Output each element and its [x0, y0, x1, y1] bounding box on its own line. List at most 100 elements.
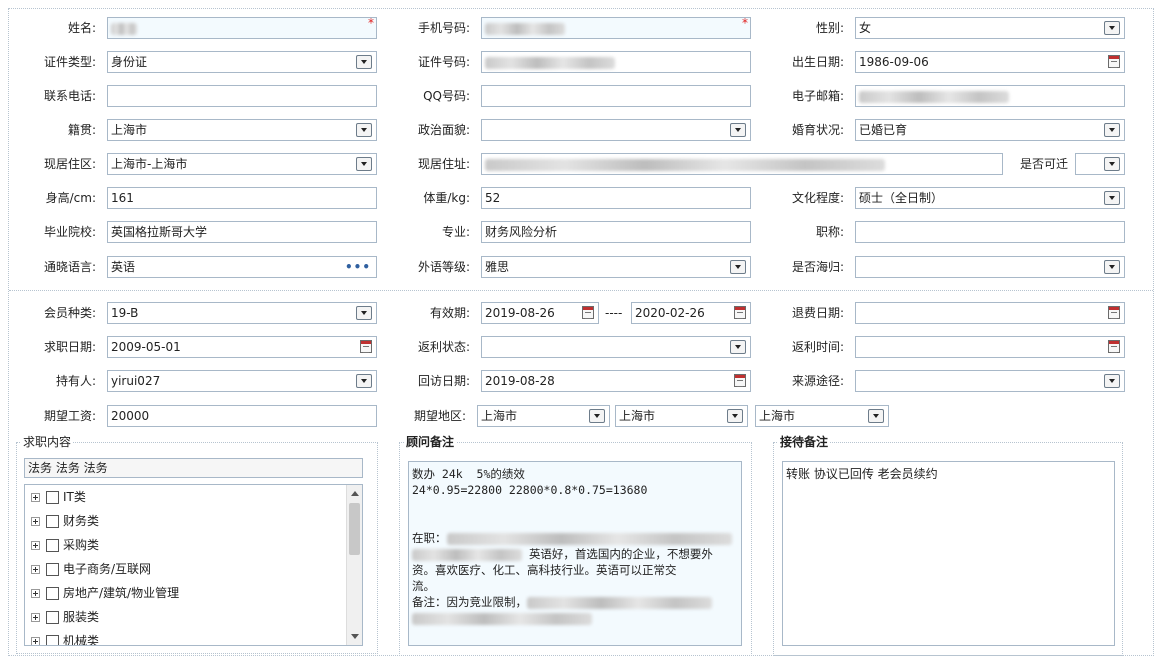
residence-select[interactable]: 上海市-上海市: [107, 153, 377, 175]
tree-item-it[interactable]: IT类: [31, 487, 86, 507]
education-select[interactable]: 硕士（全日制）: [855, 187, 1125, 209]
chevron-down-icon[interactable]: [356, 157, 372, 171]
relocate-select[interactable]: [1075, 153, 1125, 175]
chevron-down-icon[interactable]: [356, 123, 372, 137]
tree-item-apparel[interactable]: 服装类: [31, 607, 99, 627]
visit-field[interactable]: 2019-08-28: [481, 370, 751, 392]
region-province-select[interactable]: 上海市: [477, 405, 610, 427]
chevron-down-icon[interactable]: [1104, 21, 1120, 35]
chevron-down-icon[interactable]: [1104, 374, 1120, 388]
id-no-field[interactable]: [481, 51, 751, 73]
source-select[interactable]: [855, 370, 1125, 392]
birth-field[interactable]: 1986-09-06: [855, 51, 1125, 73]
checkbox[interactable]: [46, 515, 59, 528]
tree-item-realestate[interactable]: 房地产/建筑/物业管理: [31, 583, 179, 603]
chevron-down-icon[interactable]: [868, 409, 884, 423]
calendar-icon[interactable]: [1108, 340, 1120, 353]
expand-icon[interactable]: [31, 541, 40, 550]
refund-field[interactable]: [855, 302, 1125, 324]
checkbox[interactable]: [46, 611, 59, 624]
tree-item-purchase[interactable]: 采购类: [31, 535, 99, 555]
salary-field[interactable]: 20000: [107, 405, 377, 427]
job-category-tree[interactable]: IT类 财务类 采购类 电子商务/互联网 房地产/建筑/物业管理 服装类 机械类: [24, 484, 363, 646]
calendar-icon[interactable]: [734, 374, 746, 387]
rebate-time-field[interactable]: [855, 336, 1125, 358]
valid-from-field[interactable]: 2019-08-26: [481, 302, 599, 324]
major-field[interactable]: 财务风险分析: [481, 221, 751, 243]
chevron-down-icon[interactable]: [1104, 191, 1120, 205]
calendar-icon[interactable]: [1108, 306, 1120, 319]
qq-field[interactable]: [481, 85, 751, 107]
checkbox[interactable]: [46, 587, 59, 600]
title-field[interactable]: [855, 221, 1125, 243]
overseas-select[interactable]: [855, 256, 1125, 278]
tree-item-machinery[interactable]: 机械类: [31, 631, 99, 645]
email-field[interactable]: [855, 85, 1125, 107]
salary-label: 期望工资:: [43, 409, 96, 423]
school-field[interactable]: 英国格拉斯哥大学: [107, 221, 377, 243]
tree-scrollbar[interactable]: [346, 485, 362, 645]
address-field[interactable]: [481, 153, 1003, 175]
chevron-down-icon[interactable]: [356, 306, 372, 320]
tree-item-ecommerce[interactable]: 电子商务/互联网: [31, 559, 151, 579]
region-label: 期望地区:: [413, 409, 466, 423]
region-district-select[interactable]: 上海市: [755, 405, 889, 427]
calendar-icon[interactable]: [582, 306, 594, 319]
member-type-select[interactable]: 19-B: [107, 302, 377, 324]
chevron-down-icon[interactable]: [356, 55, 372, 69]
expand-icon[interactable]: [31, 613, 40, 622]
chevron-down-icon[interactable]: [730, 260, 746, 274]
calendar-icon[interactable]: [360, 340, 372, 353]
chevron-down-icon[interactable]: [1104, 260, 1120, 274]
region-city-value: 上海市: [619, 409, 656, 423]
tree-item-finance[interactable]: 财务类: [31, 511, 99, 531]
region-city-select[interactable]: 上海市: [615, 405, 748, 427]
checkbox[interactable]: [46, 635, 59, 645]
origin-select[interactable]: 上海市: [107, 119, 377, 141]
expand-icon[interactable]: [31, 517, 40, 526]
weight-field[interactable]: 52: [481, 187, 751, 209]
chevron-down-icon[interactable]: [730, 123, 746, 137]
reception-note-textarea[interactable]: 转账 协议已回传 老会员续约: [782, 461, 1115, 646]
scroll-up-icon[interactable]: [351, 491, 359, 496]
redacted-text: [527, 596, 712, 609]
language-label: 通晓语言:: [43, 260, 96, 274]
relocate-label: 是否可迁: [1019, 157, 1068, 171]
lang-level-select[interactable]: 雅思: [481, 256, 751, 278]
lang-level-value: 雅思: [485, 260, 510, 274]
advisor-note-textarea[interactable]: 数办 24k 5%的绩效 24*0.95=22800 22800*0.8*0.75…: [408, 461, 742, 646]
expand-icon[interactable]: [31, 493, 40, 502]
scroll-thumb[interactable]: [349, 503, 360, 555]
rebate-status-select[interactable]: [481, 336, 751, 358]
chevron-down-icon[interactable]: [727, 409, 743, 423]
valid-to-field[interactable]: 2020-02-26: [631, 302, 751, 324]
id-type-select[interactable]: 身份证: [107, 51, 377, 73]
expand-icon[interactable]: [31, 637, 40, 645]
job-selected-box[interactable]: 法务 法务 法务: [24, 458, 363, 478]
chevron-down-icon[interactable]: [730, 340, 746, 354]
expand-icon[interactable]: [31, 565, 40, 574]
expand-icon[interactable]: [31, 589, 40, 598]
holder-select[interactable]: yirui027: [107, 370, 377, 392]
scroll-down-icon[interactable]: [351, 634, 359, 639]
politics-select[interactable]: [481, 119, 751, 141]
checkbox[interactable]: [46, 563, 59, 576]
job-date-field[interactable]: 2009-05-01: [107, 336, 377, 358]
chevron-down-icon[interactable]: [1104, 157, 1120, 171]
calendar-icon[interactable]: [1108, 55, 1120, 68]
chevron-down-icon[interactable]: [589, 409, 605, 423]
phone-field[interactable]: *: [481, 17, 751, 39]
chevron-down-icon[interactable]: [356, 374, 372, 388]
language-field[interactable]: 英语 •••: [107, 256, 377, 278]
marital-select[interactable]: 已婚已育: [855, 119, 1125, 141]
more-icon[interactable]: •••: [345, 261, 371, 273]
gender-select[interactable]: 女: [855, 17, 1125, 39]
contact-field[interactable]: [107, 85, 377, 107]
name-field[interactable]: *: [107, 17, 377, 39]
chevron-down-icon[interactable]: [1104, 123, 1120, 137]
checkbox[interactable]: [46, 539, 59, 552]
calendar-icon[interactable]: [734, 306, 746, 319]
height-field[interactable]: 161: [107, 187, 377, 209]
checkbox[interactable]: [46, 491, 59, 504]
job-date-label: 求职日期:: [43, 340, 96, 354]
